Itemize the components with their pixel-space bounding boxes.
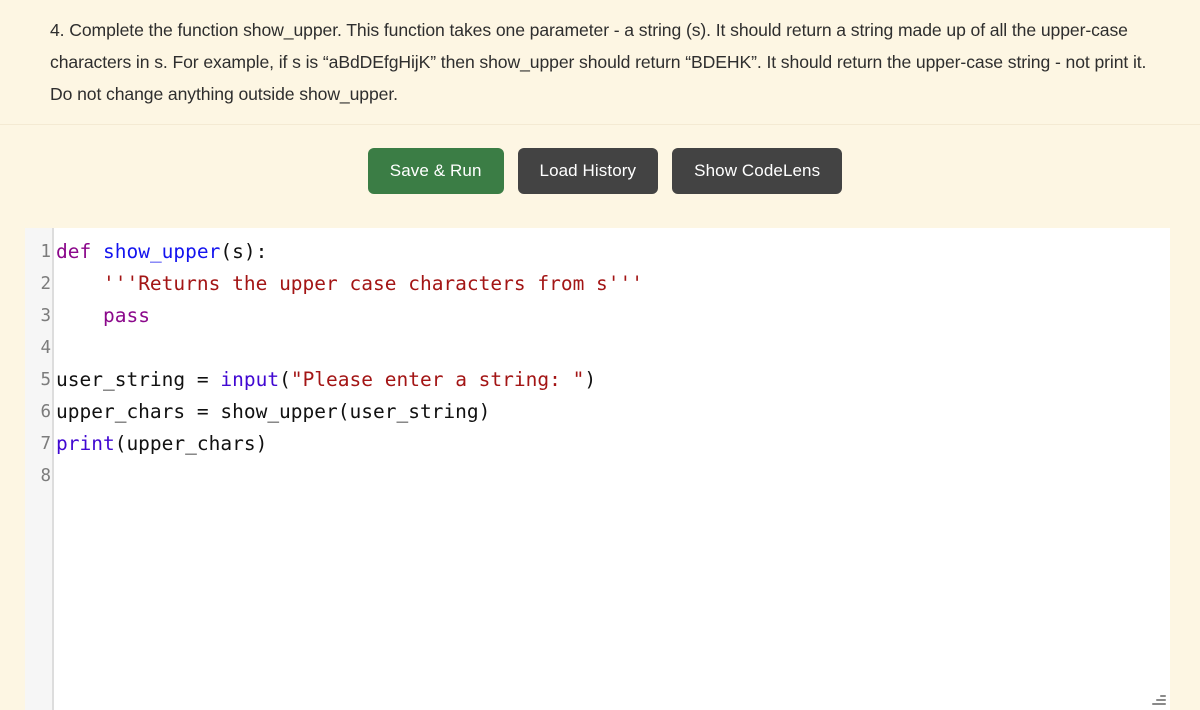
code-token: (upper_chars) [114, 432, 268, 455]
code-line[interactable]: upper_chars = show_upper(user_string) [56, 396, 1170, 428]
code-line[interactable]: '''Returns the upper case characters fro… [56, 268, 1170, 300]
code-line[interactable]: pass [56, 300, 1170, 332]
code-token: show_upper [102, 240, 221, 263]
code-line[interactable] [56, 460, 1170, 492]
code-content[interactable]: def show_upper(s): '''Returns the upper … [54, 228, 1170, 710]
show-codelens-button[interactable]: Show CodeLens [672, 148, 843, 194]
code-token: input [220, 368, 280, 391]
code-line[interactable]: print(upper_chars) [56, 428, 1170, 460]
code-token: def [56, 240, 92, 263]
code-token: (s): [220, 240, 268, 263]
line-number: 6 [40, 402, 51, 422]
load-history-button[interactable]: Load History [517, 148, 659, 194]
code-token: print [56, 432, 115, 455]
line-number: 1 [40, 242, 51, 262]
code-line[interactable] [56, 332, 1170, 364]
question-text: 4. Complete the function show_upper. Thi… [50, 20, 1147, 104]
line-number: 3 [40, 306, 51, 326]
code-token: user_string = [56, 368, 221, 391]
code-token: ) [584, 368, 597, 391]
code-token: upper_chars = show_upper(user_string) [56, 400, 491, 423]
line-number-gutter: 1 2 3 4 5 6 7 8 [25, 228, 54, 710]
code-token: "Please enter a string: " [290, 368, 585, 391]
resize-handle-icon[interactable] [1150, 690, 1166, 706]
question-area: 4. Complete the function show_upper. Thi… [0, 0, 1200, 125]
line-number: 8 [40, 466, 51, 486]
exercise-page: 4. Complete the function show_upper. Thi… [0, 0, 1200, 710]
line-number: 5 [40, 370, 51, 390]
code-token: ( [279, 368, 291, 391]
save-and-run-button[interactable]: Save & Run [367, 148, 504, 194]
line-number: 4 [40, 338, 51, 358]
code-editor[interactable]: 1 2 3 4 5 6 7 8 def show_upper(s): '''Returns t… [25, 228, 1170, 710]
code-token: '''Returns the upper case characters fro… [102, 272, 644, 295]
line-number: 2 [40, 274, 51, 294]
code-token: pass [102, 304, 150, 327]
editor-toolbar: Save & Run Load History Show CodeLens [0, 125, 1200, 217]
code-editor-body[interactable]: 1 2 3 4 5 6 7 8 def show_upper(s): '''Returns t… [25, 228, 1170, 710]
code-line[interactable]: user_string = input("Please enter a stri… [56, 364, 1170, 396]
code-line[interactable]: def show_upper(s): [56, 236, 1170, 268]
line-number: 7 [40, 434, 51, 454]
